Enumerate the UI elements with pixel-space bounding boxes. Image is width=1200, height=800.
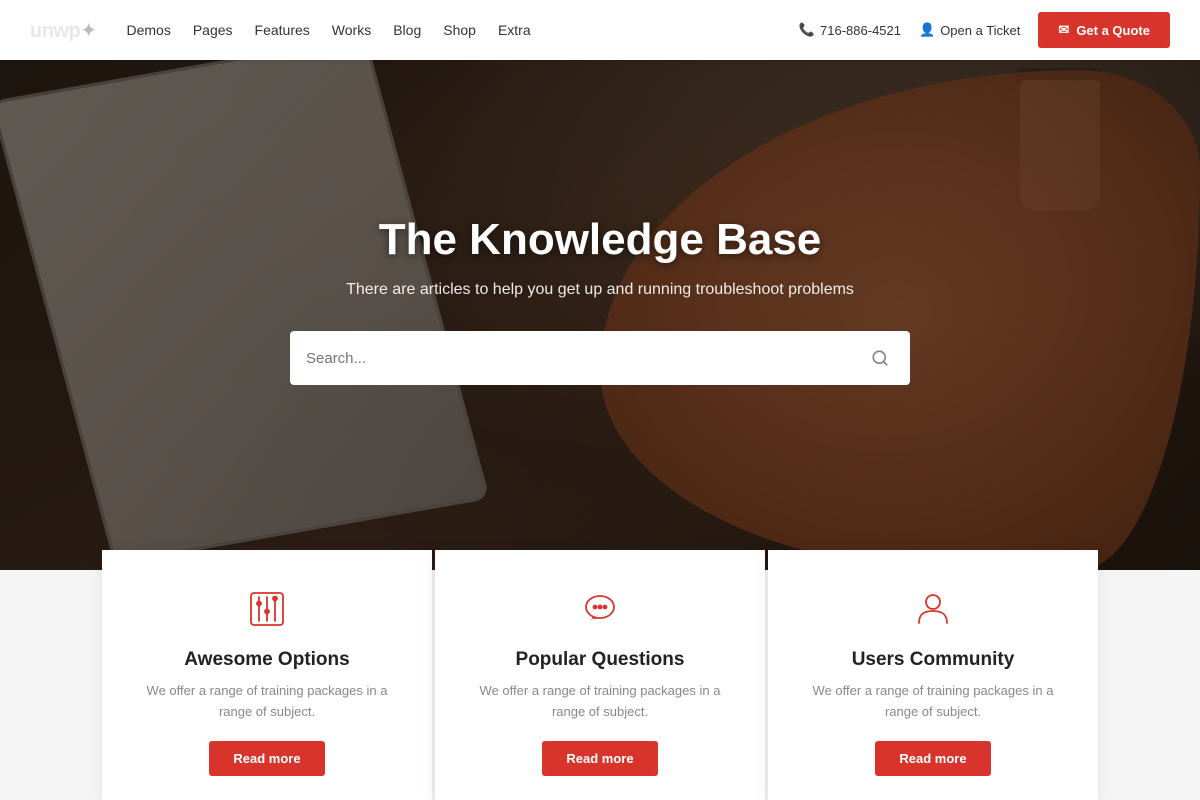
header-right: 📞 716-886-4521 👤 Open a Ticket ✉ Get a Q…	[799, 12, 1170, 48]
site-logo[interactable]: unwp✦	[30, 18, 96, 43]
nav-item-works[interactable]: Works	[332, 22, 371, 38]
search-icon	[871, 349, 889, 367]
get-quote-button[interactable]: ✉ Get a Quote	[1038, 12, 1170, 48]
search-bar	[290, 331, 910, 385]
nav-item-blog[interactable]: Blog	[393, 22, 421, 38]
ticket-label-text: Open a Ticket	[940, 23, 1020, 38]
card-users-community-btn[interactable]: Read more	[875, 741, 990, 776]
nav-item-shop[interactable]: Shop	[443, 22, 476, 38]
phone-icon: 📞	[799, 22, 815, 38]
chat-icon	[572, 585, 628, 633]
nav-item-extra[interactable]: Extra	[498, 22, 531, 38]
card-awesome-options: Awesome Options We offer a range of trai…	[102, 550, 432, 800]
cards-section: Awesome Options We offer a range of trai…	[0, 550, 1200, 800]
search-input[interactable]	[306, 350, 866, 367]
nav-item-demos[interactable]: Demos	[126, 22, 170, 38]
envelope-icon: ✉	[1058, 22, 1069, 38]
hero-section: The Knowledge Base There are articles to…	[0, 0, 1200, 570]
card-users-community-desc: We offer a range of training packages in…	[798, 681, 1068, 723]
quote-label-text: Get a Quote	[1076, 23, 1150, 38]
card-awesome-options-desc: We offer a range of training packages in…	[132, 681, 402, 723]
card-popular-questions-btn[interactable]: Read more	[542, 741, 657, 776]
open-ticket-link[interactable]: 👤 Open a Ticket	[919, 22, 1020, 38]
user-icon	[905, 585, 961, 633]
hero-content: The Knowledge Base There are articles to…	[290, 215, 910, 385]
sliders-icon	[239, 585, 295, 633]
logo-text: unwp	[30, 20, 80, 42]
nav-item-features[interactable]: Features	[255, 22, 310, 38]
card-awesome-options-btn[interactable]: Read more	[209, 741, 324, 776]
site-header: unwp✦ Demos Pages Features Works Blog Sh…	[0, 0, 1200, 60]
card-popular-questions: Popular Questions We offer a range of tr…	[435, 550, 765, 800]
card-awesome-options-title: Awesome Options	[184, 649, 349, 671]
main-nav: Demos Pages Features Works Blog Shop Ext…	[126, 22, 798, 38]
hero-title: The Knowledge Base	[290, 215, 910, 265]
card-users-community-title: Users Community	[852, 649, 1015, 671]
card-popular-questions-title: Popular Questions	[516, 649, 685, 671]
nav-item-pages[interactable]: Pages	[193, 22, 233, 38]
ticket-icon: 👤	[919, 22, 935, 38]
card-popular-questions-desc: We offer a range of training packages in…	[465, 681, 735, 723]
search-submit-button[interactable]	[866, 344, 894, 372]
phone-number: 716-886-4521	[820, 23, 901, 38]
card-users-community: Users Community We offer a range of trai…	[768, 550, 1098, 800]
phone-display: 📞 716-886-4521	[799, 22, 901, 38]
hero-subtitle: There are articles to help you get up an…	[290, 281, 910, 299]
